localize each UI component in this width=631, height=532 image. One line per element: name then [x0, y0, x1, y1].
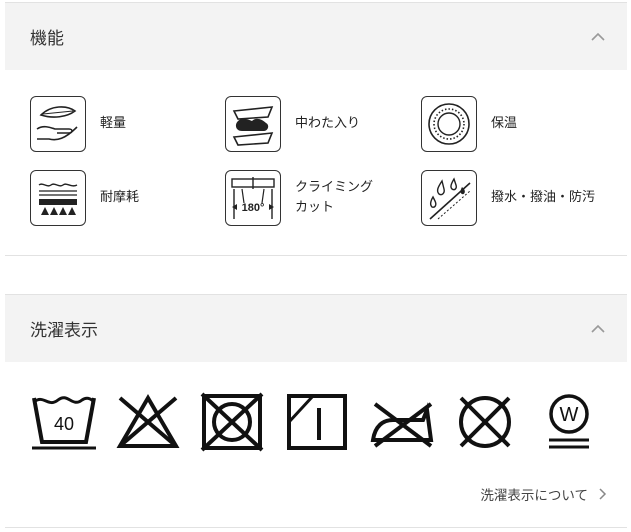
- feature-abrasion: 耐摩耗: [30, 170, 139, 226]
- no-bleach-icon: [114, 392, 182, 452]
- svg-text:180°: 180°: [242, 202, 265, 214]
- feature-climbing-cut: 180° クライミング カット: [225, 170, 373, 226]
- wet-clean-icon: W: [535, 392, 603, 452]
- climbing-cut-icon: 180°: [225, 170, 281, 226]
- water-repellent-icon: [421, 170, 477, 226]
- feather-hand-icon: [30, 96, 86, 152]
- no-tumble-dry-icon: [198, 392, 266, 452]
- no-dry-clean-icon: [451, 392, 519, 452]
- padding-icon: [225, 96, 281, 152]
- features-title: 機能: [30, 29, 64, 49]
- feature-label: 軽量: [100, 116, 127, 131]
- wash-40-icon: 40: [30, 392, 98, 452]
- feature-label: 耐摩耗: [100, 190, 140, 205]
- no-iron-icon: [367, 392, 435, 452]
- care-info-link-label: 洗濯表示について: [480, 488, 588, 504]
- care-info-link[interactable]: 洗濯表示について: [480, 484, 607, 504]
- feature-padding: 中わた入り: [225, 96, 360, 152]
- feature-label: 中わた入り: [295, 116, 361, 131]
- line-dry-shade-icon: [283, 392, 351, 452]
- divider: [5, 527, 627, 528]
- abrasion-resistant-icon: [30, 170, 86, 226]
- feature-warmth: 保温: [421, 96, 517, 152]
- chevron-up-icon[interactable]: [591, 322, 605, 336]
- chevron-right-icon: [599, 488, 607, 500]
- feature-label: 撥水・撥油・防汚: [491, 190, 596, 205]
- divider: [5, 255, 627, 256]
- feature-label: 保温: [491, 116, 518, 131]
- feature-water-repellent: 撥水・撥油・防汚: [421, 170, 595, 226]
- features-header[interactable]: 機能: [5, 2, 627, 70]
- feature-label: クライミング カット: [295, 180, 374, 215]
- care-header[interactable]: 洗濯表示: [5, 294, 627, 362]
- feature-lightweight: 軽量: [30, 96, 126, 152]
- svg-text:W: W: [560, 404, 579, 426]
- warmth-icon: [421, 96, 477, 152]
- svg-text:40: 40: [54, 414, 74, 434]
- care-title: 洗濯表示: [30, 321, 98, 341]
- chevron-up-icon[interactable]: [591, 30, 605, 44]
